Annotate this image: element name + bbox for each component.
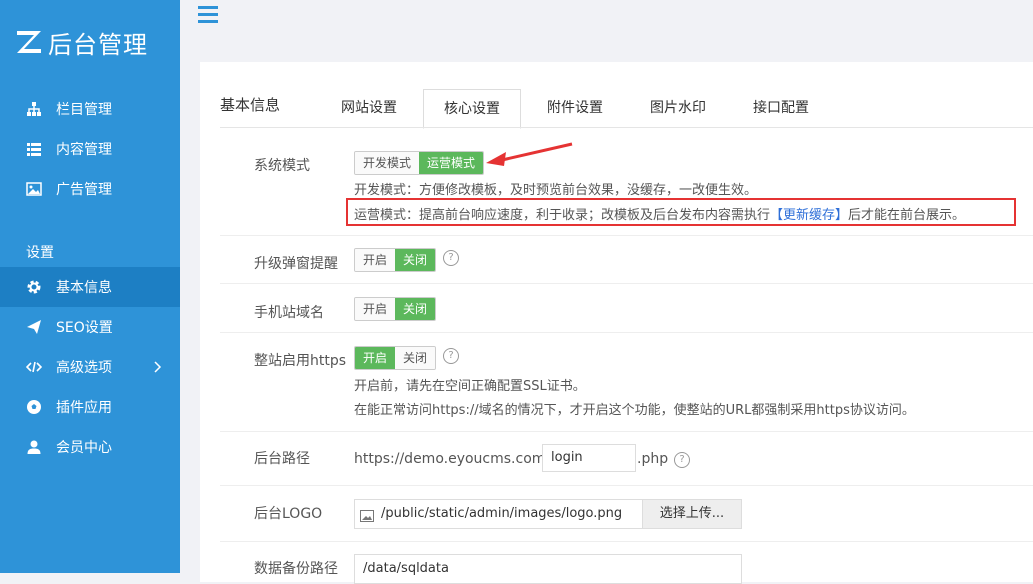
- row-divider: [220, 332, 1033, 333]
- page-title: 基本信息: [220, 96, 281, 114]
- admin-path-suffix: .php: [637, 451, 669, 467]
- tab-image-watermark[interactable]: 图片水印: [629, 89, 727, 127]
- ops-hint-suffix: 后才能在前台展示。: [848, 208, 966, 223]
- tab-core-settings[interactable]: 核心设置: [423, 89, 521, 129]
- sidebar-item-basic-info[interactable]: 基本信息: [0, 267, 180, 307]
- https-hint-2: 在能正常访问https://域名的情况下，才开启这个功能，使整站的URL都强制采…: [354, 403, 915, 418]
- admin-path-input[interactable]: login: [542, 444, 636, 472]
- sidebar-item-label: 高级选项: [56, 360, 112, 376]
- sidebar-item-ad-manage[interactable]: 广告管理: [0, 169, 180, 209]
- help-icon[interactable]: ?: [443, 250, 459, 266]
- dev-mode-hint: 开发模式：方便修改模板，及时预览前台效果，没缓存，一改便生效。: [354, 183, 758, 198]
- mobile-domain-on[interactable]: 开启: [355, 298, 396, 320]
- gear-icon: [26, 279, 42, 295]
- sidebar-item-column-manage[interactable]: 栏目管理: [0, 89, 180, 129]
- row-divider: [220, 541, 1033, 542]
- sidebar-section-settings: 设置: [26, 245, 54, 261]
- system-mode-toggle: 开发模式 运营模式: [354, 151, 485, 175]
- https-off[interactable]: 关闭: [395, 347, 436, 369]
- chevron-right-icon: [154, 361, 162, 377]
- ops-mode-option[interactable]: 运营模式: [419, 152, 484, 174]
- https-hint-1: 开启前，请先在空间正确配置SSL证书。: [354, 379, 586, 394]
- sidebar-item-member-center[interactable]: 会员中心: [0, 427, 180, 467]
- admin-path-prefix: https://demo.eyoucms.com/: [354, 451, 551, 467]
- admin-logo-path: /public/static/admin/images/logo.png: [381, 506, 623, 521]
- sitemap-icon: [26, 101, 42, 117]
- help-icon[interactable]: ?: [674, 452, 690, 468]
- row-divider: [220, 431, 1033, 432]
- main-menu: 栏目管理 内容管理 广告管理: [0, 89, 180, 209]
- logo[interactable]: 后台管理: [14, 22, 148, 62]
- sidebar-item-label: 会员中心: [56, 440, 112, 456]
- list-icon: [26, 141, 42, 157]
- tab-site-settings[interactable]: 网站设置: [320, 89, 418, 127]
- https-label: 整站启用https: [254, 353, 347, 369]
- admin-logo-input[interactable]: /public/static/admin/images/logo.png: [354, 499, 644, 529]
- image-icon: [26, 181, 42, 197]
- admin-path-label: 后台路径: [254, 451, 310, 467]
- row-divider: [220, 485, 1033, 486]
- tab-attachment-settings[interactable]: 附件设置: [526, 89, 624, 127]
- backup-path-input[interactable]: /data/sqldata: [354, 554, 742, 584]
- sidebar-item-label: 内容管理: [56, 142, 112, 158]
- dev-mode-option[interactable]: 开发模式: [355, 152, 420, 174]
- user-icon: [26, 439, 42, 455]
- https-toggle: 开启 关闭: [354, 346, 437, 370]
- update-cache-link[interactable]: 【更新缓存】: [770, 208, 848, 223]
- app-title: 后台管理: [48, 30, 148, 59]
- mobile-domain-toggle: 开启 关闭: [354, 297, 437, 321]
- row-divider: [220, 235, 1033, 236]
- sidebar-item-label: 基本信息: [56, 280, 112, 296]
- system-mode-label: 系统模式: [254, 158, 310, 174]
- hamburger-menu-icon[interactable]: [198, 6, 218, 24]
- upgrade-popup-toggle: 开启 关闭: [354, 248, 437, 272]
- sidebar-item-plugins[interactable]: 插件应用: [0, 387, 180, 427]
- sidebar-item-label: 栏目管理: [56, 102, 112, 118]
- upload-button[interactable]: 选择上传...: [642, 499, 742, 529]
- sidebar-item-label: SEO设置: [56, 320, 113, 336]
- paper-plane-icon: [26, 319, 42, 335]
- sidebar-item-label: 广告管理: [56, 182, 112, 198]
- https-on[interactable]: 开启: [355, 347, 396, 369]
- admin-logo-label: 后台LOGO: [254, 506, 323, 522]
- image-file-icon: [360, 507, 374, 526]
- ops-mode-hint: 运营模式：提高前台响应速度，利于收录；改模板及后台发布内容需执行【更新缓存】后才…: [354, 204, 965, 223]
- backup-path-label: 数据备份路径: [254, 561, 338, 577]
- tab-api-config[interactable]: 接口配置: [732, 89, 830, 127]
- sidebar-item-content-manage[interactable]: 内容管理: [0, 129, 180, 169]
- sidebar-item-seo[interactable]: SEO设置: [0, 307, 180, 347]
- help-icon[interactable]: ?: [443, 348, 459, 364]
- tab-divider: [220, 127, 1033, 128]
- ops-hint-text: 运营模式：提高前台响应速度，利于收录；改模板及后台发布内容需执行: [354, 208, 771, 223]
- code-icon: [26, 359, 42, 375]
- settings-panel: 基本信息 网站设置 核心设置 附件设置 图片水印 接口配置 系统模式 开发模式 …: [200, 62, 1033, 584]
- red-arrow-annotation: [486, 142, 573, 166]
- upgrade-popup-on[interactable]: 开启: [355, 249, 396, 271]
- mobile-domain-off[interactable]: 关闭: [395, 298, 436, 320]
- upgrade-popup-label: 升级弹窗提醒: [254, 256, 338, 272]
- settings-menu: 基本信息 SEO设置 高级选项 插件应用 会员中心: [0, 267, 180, 467]
- row-divider: [220, 283, 1033, 284]
- sidebar-item-label: 插件应用: [56, 400, 112, 416]
- upgrade-popup-off[interactable]: 关闭: [395, 249, 436, 271]
- soccer-ball-icon: [26, 399, 42, 415]
- topbar: [180, 0, 1033, 40]
- sidebar: 后台管理 栏目管理 内容管理 广告管理 设置 基本信息 SEO设置 高级选项 插…: [0, 0, 180, 573]
- logo-z-icon: [14, 27, 44, 57]
- sidebar-item-advanced[interactable]: 高级选项: [0, 347, 180, 387]
- mobile-domain-label: 手机站域名: [254, 305, 324, 321]
